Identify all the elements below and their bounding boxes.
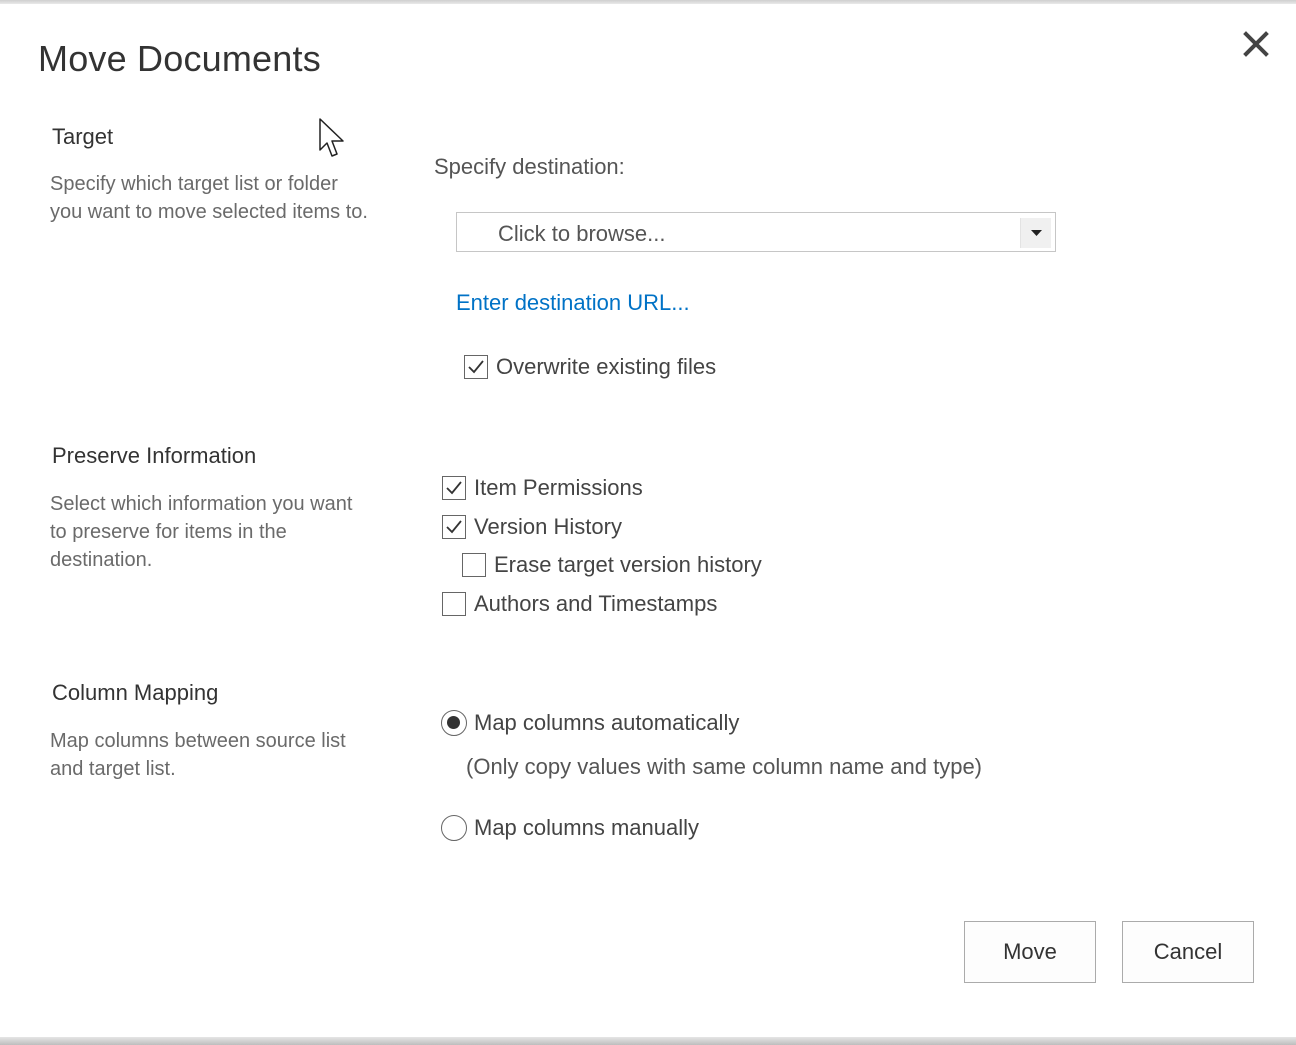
- map-automatically-note: (Only copy values with same column name …: [466, 754, 983, 779]
- map-columns-automatically-label: Map columns automatically: [474, 710, 740, 735]
- map-columns-manually-label: Map columns manually: [474, 815, 699, 840]
- enter-destination-url-link[interactable]: Enter destination URL...: [456, 290, 690, 316]
- authors-and-timestamps-checkbox[interactable]: Authors and Timestamps: [442, 591, 717, 617]
- map-columns-manually-radio[interactable]: Map columns manually: [441, 815, 699, 841]
- chevron-down-icon: [1031, 230, 1042, 236]
- erase-target-version-history-label: Erase target version history: [494, 552, 762, 577]
- target-section-description: Specify which target list or folder you …: [50, 173, 368, 223]
- map-columns-automatically-radio[interactable]: Map columns automatically: [441, 710, 739, 736]
- version-history-label: Version History: [474, 514, 622, 539]
- map-automatically-radio-circle[interactable]: [441, 710, 467, 736]
- move-documents-dialog: Move Documents Target Specify which targ…: [0, 4, 1296, 1037]
- item-permissions-box[interactable]: [442, 476, 466, 500]
- erase-target-version-history-checkbox[interactable]: Erase target version history: [462, 552, 762, 578]
- close-icon: [1243, 31, 1269, 57]
- destination-browse-value: Click to browse...: [498, 221, 666, 246]
- arrow-cursor-icon: [319, 118, 344, 157]
- authors-and-timestamps-box[interactable]: [442, 592, 466, 616]
- erase-target-version-history-box[interactable]: [462, 553, 486, 577]
- destination-browse-dropdown[interactable]: Click to browse...: [456, 212, 1056, 252]
- overwrite-existing-files-label: Overwrite existing files: [496, 354, 717, 379]
- cancel-button[interactable]: Cancel: [1122, 921, 1254, 983]
- authors-and-timestamps-label: Authors and Timestamps: [474, 591, 718, 616]
- dropdown-arrow-button[interactable]: [1020, 218, 1051, 248]
- radio-selected-dot: [447, 716, 460, 729]
- move-button[interactable]: Move: [964, 921, 1096, 983]
- close-button[interactable]: [1240, 28, 1272, 60]
- checkmark-icon: [468, 360, 484, 374]
- version-history-checkbox[interactable]: Version History: [442, 514, 622, 540]
- dialog-title: Move Documents: [38, 38, 321, 79]
- version-history-box[interactable]: [442, 515, 466, 539]
- checkmark-icon: [446, 481, 462, 495]
- overwrite-existing-files-checkbox[interactable]: Overwrite existing files: [464, 354, 716, 380]
- item-permissions-checkbox[interactable]: Item Permissions: [442, 475, 643, 501]
- map-manually-radio-circle[interactable]: [441, 815, 467, 841]
- target-section-title: Target: [52, 124, 114, 149]
- mouse-cursor: [319, 118, 347, 160]
- column-mapping-section-title: Column Mapping: [52, 680, 219, 705]
- column-mapping-section-description: Map columns between source list and targ…: [50, 730, 346, 780]
- overwrite-checkbox-box[interactable]: [464, 355, 488, 379]
- specify-destination-label: Specify destination:: [434, 154, 625, 179]
- preserve-section-description: Select which information you want to pre…: [50, 493, 353, 571]
- item-permissions-label: Item Permissions: [474, 475, 643, 500]
- preserve-section-title: Preserve Information: [52, 443, 257, 468]
- bottom-window-edge: [0, 1037, 1296, 1045]
- checkmark-icon: [446, 520, 462, 534]
